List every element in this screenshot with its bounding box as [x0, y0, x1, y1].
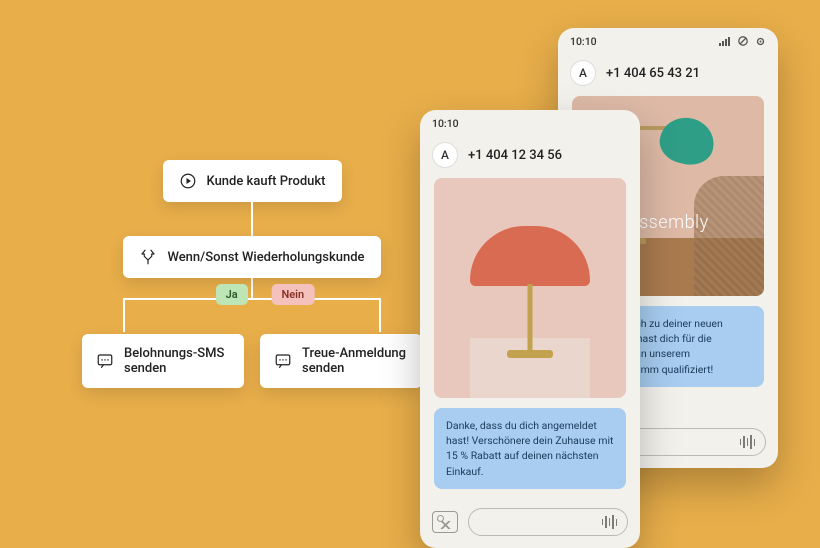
flow-node-label: Treue-Anmeldung senden [302, 346, 408, 376]
flow-node-label: Kunde kauft Produkt [207, 174, 326, 189]
avatar: A [570, 60, 596, 86]
message-text-input[interactable] [468, 508, 628, 536]
sms-icon [274, 352, 292, 370]
contact-header: A +1 404 12 34 56 [420, 136, 640, 178]
voice-wave-icon [740, 435, 756, 449]
flow-node-condition[interactable]: Wenn/Sonst Wiederholungskunde [123, 236, 380, 278]
connector [251, 202, 253, 236]
avatar-initial: A [441, 148, 449, 162]
flow-node-action-reward[interactable]: Belohnungs-SMS senden [82, 334, 244, 388]
flow-node-label: Belohnungs-SMS senden [124, 346, 230, 376]
branch-badge-no: Nein [271, 284, 314, 305]
contact-number: +1 404 12 34 56 [468, 148, 562, 163]
flow-node-action-loyalty[interactable]: Treue-Anmeldung senden [260, 334, 422, 388]
branch-badge-yes: Ja [216, 284, 248, 305]
connector [379, 298, 381, 332]
contact-header: A +1 404 65 43 21 [558, 54, 778, 96]
message-image-lamp-red [434, 178, 626, 398]
flow-node-trigger[interactable]: Kunde kauft Produkt [163, 160, 342, 202]
status-bar: 10:10 [420, 110, 640, 136]
avatar-initial: A [579, 66, 587, 80]
sms-icon [96, 352, 114, 370]
status-bar: 10:10 [558, 28, 778, 54]
status-time: 10:10 [432, 117, 459, 130]
message-bubble: Danke, dass du dich angemeldet hast! Ver… [434, 408, 626, 489]
connector [123, 298, 381, 300]
branch-icon [139, 248, 157, 266]
flow-node-label: Wenn/Sonst Wiederholungskunde [167, 250, 364, 265]
avatar: A [432, 142, 458, 168]
settings-icon [755, 36, 766, 47]
message-input-row [420, 498, 640, 548]
contact-number: +1 404 65 43 21 [606, 66, 700, 81]
status-time: 10:10 [570, 35, 597, 48]
play-circle-icon [179, 172, 197, 190]
attach-image-button[interactable] [432, 511, 458, 533]
signal-icon [719, 37, 731, 46]
connector [123, 298, 125, 332]
phone-mockup-front: 10:10 A +1 404 12 34 56 Danke, dass du d… [420, 110, 640, 548]
automation-flowchart: Kunde kauft Produkt Wenn/Sonst Wiederhol… [82, 160, 422, 388]
voice-wave-icon [602, 515, 618, 529]
do-not-disturb-icon [737, 36, 749, 46]
connector [251, 278, 253, 298]
